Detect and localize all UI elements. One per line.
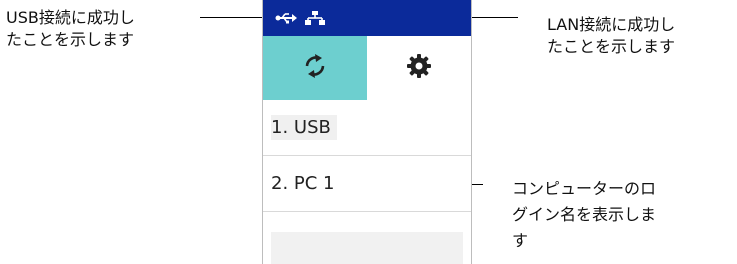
lan-connection-annotation: LAN接続に成功し たことを示します xyxy=(547,15,676,56)
gear-icon xyxy=(406,53,432,83)
lan-icon xyxy=(305,10,325,26)
list-item-usb[interactable]: 1. USB xyxy=(263,100,471,156)
sync-icon xyxy=(301,52,329,84)
tab-settings[interactable] xyxy=(367,36,471,100)
device-screen-panel: 1. USB 2. PC 1 xyxy=(262,0,472,264)
status-bar xyxy=(263,0,471,36)
usb-callout-line xyxy=(200,17,262,18)
list-item-pc[interactable]: 2. PC 1 xyxy=(263,156,471,212)
empty-list-item[interactable] xyxy=(271,232,463,264)
list-item-label: 1. USB xyxy=(271,115,337,140)
tab-bar xyxy=(263,36,471,100)
connection-list: 1. USB 2. PC 1 xyxy=(263,100,471,212)
tab-sync[interactable] xyxy=(263,36,367,100)
pc-login-annotation: コンピューターのロ グイン名を表示しま す xyxy=(512,179,657,250)
list-item-label: 2. PC 1 xyxy=(271,173,335,194)
usb-connection-annotation: USB接続に成功し たことを示します xyxy=(6,8,135,49)
usb-icon xyxy=(275,11,297,25)
